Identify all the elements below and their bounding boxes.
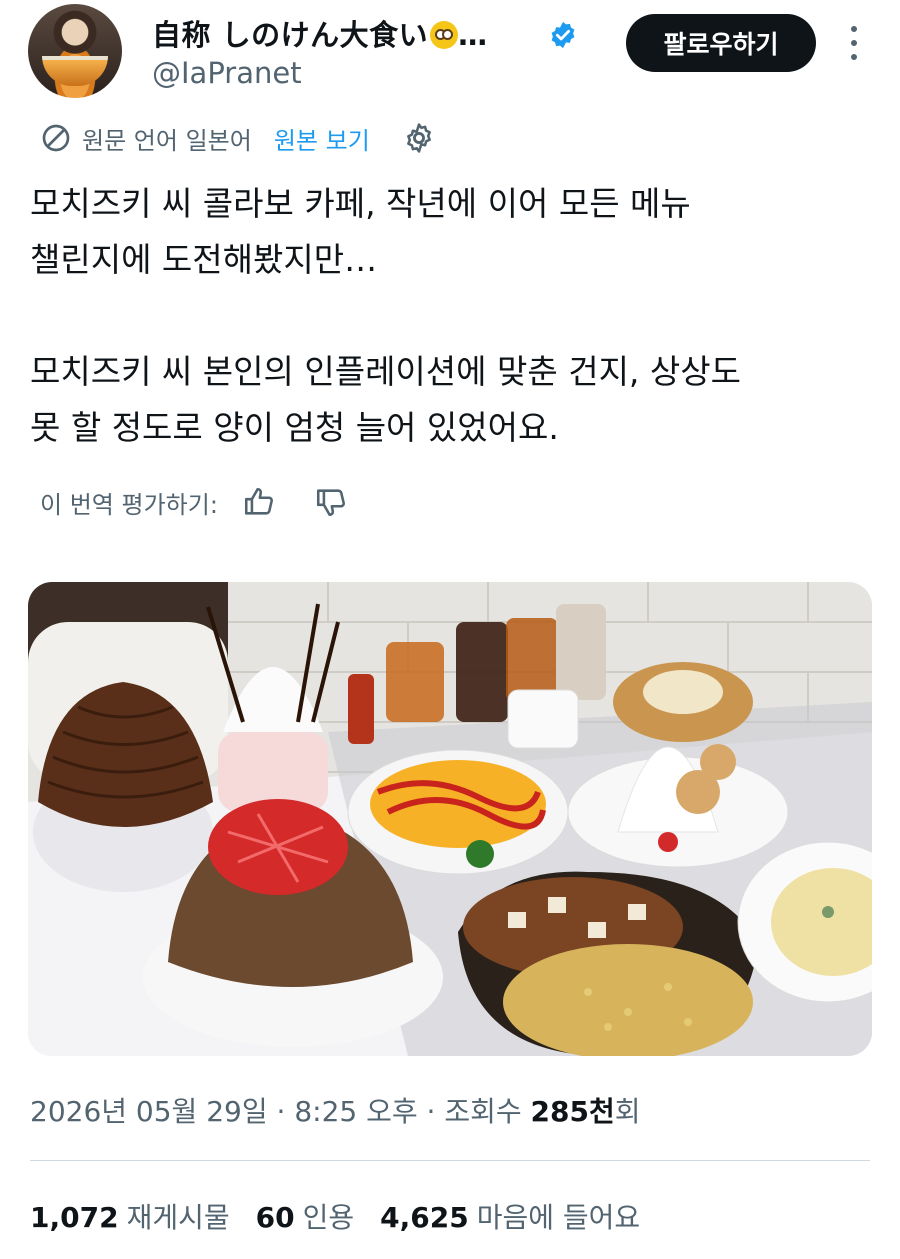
tweet-photo[interactable] xyxy=(28,582,872,1056)
translation-note: 원문 언어 일본어 xyxy=(82,126,252,155)
reposts-stat[interactable]: 1,072 재게시물 xyxy=(30,1196,230,1236)
views-suffix: 회 xyxy=(614,1095,641,1128)
display-name[interactable]: 自称 しのけん大食い … xyxy=(152,12,488,54)
views-value: 285천 xyxy=(530,1095,615,1128)
translation-bar: 원문 언어 일본어 원본 보기 xyxy=(40,118,436,158)
display-name-ellipsis: … xyxy=(458,18,488,52)
tweet-text: 모치즈키 씨 콜라보 카페, 작년에 이어 모든 메뉴 챌린지에 도전해봤지만…… xyxy=(30,184,741,447)
meta-separator-2: · xyxy=(426,1095,436,1128)
quotes-count: 60 xyxy=(255,1201,295,1234)
follow-button[interactable]: 팔로우하기 xyxy=(626,14,816,72)
gear-icon[interactable] xyxy=(402,121,436,155)
divider xyxy=(30,1160,870,1161)
reposts-label: 재게시물 xyxy=(126,1201,230,1234)
user-handle[interactable]: @IaPranet xyxy=(152,56,302,90)
translate-globe-icon xyxy=(42,124,70,152)
likes-stat[interactable]: 4,625 마음에 들어요 xyxy=(380,1196,640,1236)
meta-separator-1: · xyxy=(276,1095,286,1128)
tweet-header: 自称 しのけん大食い … @IaPranet 팔로우하기 xyxy=(0,0,900,110)
likes-label: 마음에 들어요 xyxy=(476,1201,641,1234)
quotes-label: 인용 xyxy=(302,1201,355,1234)
tweet-time[interactable]: 8:25 오후 xyxy=(294,1095,417,1128)
thumbs-down-icon[interactable] xyxy=(314,485,348,519)
more-options-icon[interactable] xyxy=(846,26,862,60)
quotes-stat[interactable]: 60 인용 xyxy=(256,1196,355,1236)
engagement-stats: 1,072 재게시물 60 인용 4,625 마음에 들어요 xyxy=(30,1196,640,1236)
show-original-link[interactable]: 원본 보기 xyxy=(274,121,370,156)
likes-count: 4,625 xyxy=(380,1201,469,1234)
rolling-eyes-emoji-icon xyxy=(430,21,459,49)
display-name-text: 自称 しのけん大食い xyxy=(152,18,429,52)
avatar[interactable] xyxy=(28,4,122,98)
reposts-count: 1,072 xyxy=(30,1201,119,1234)
tweet-meta: 2026년 05월 29일 · 8:25 오후 · 조회수 285천회 xyxy=(30,1090,641,1130)
food-photo-illustration xyxy=(28,582,872,1056)
avatar-bowl-image xyxy=(42,56,108,86)
rate-translation-row: 이 번역 평가하기: xyxy=(40,482,348,522)
views-label: 조회수 xyxy=(444,1095,522,1128)
tweet-date[interactable]: 2026년 05월 29일 xyxy=(30,1095,268,1128)
verified-badge-icon xyxy=(551,21,575,49)
rate-translation-label: 이 번역 평가하기: xyxy=(40,490,218,519)
thumbs-up-icon[interactable] xyxy=(242,485,276,519)
